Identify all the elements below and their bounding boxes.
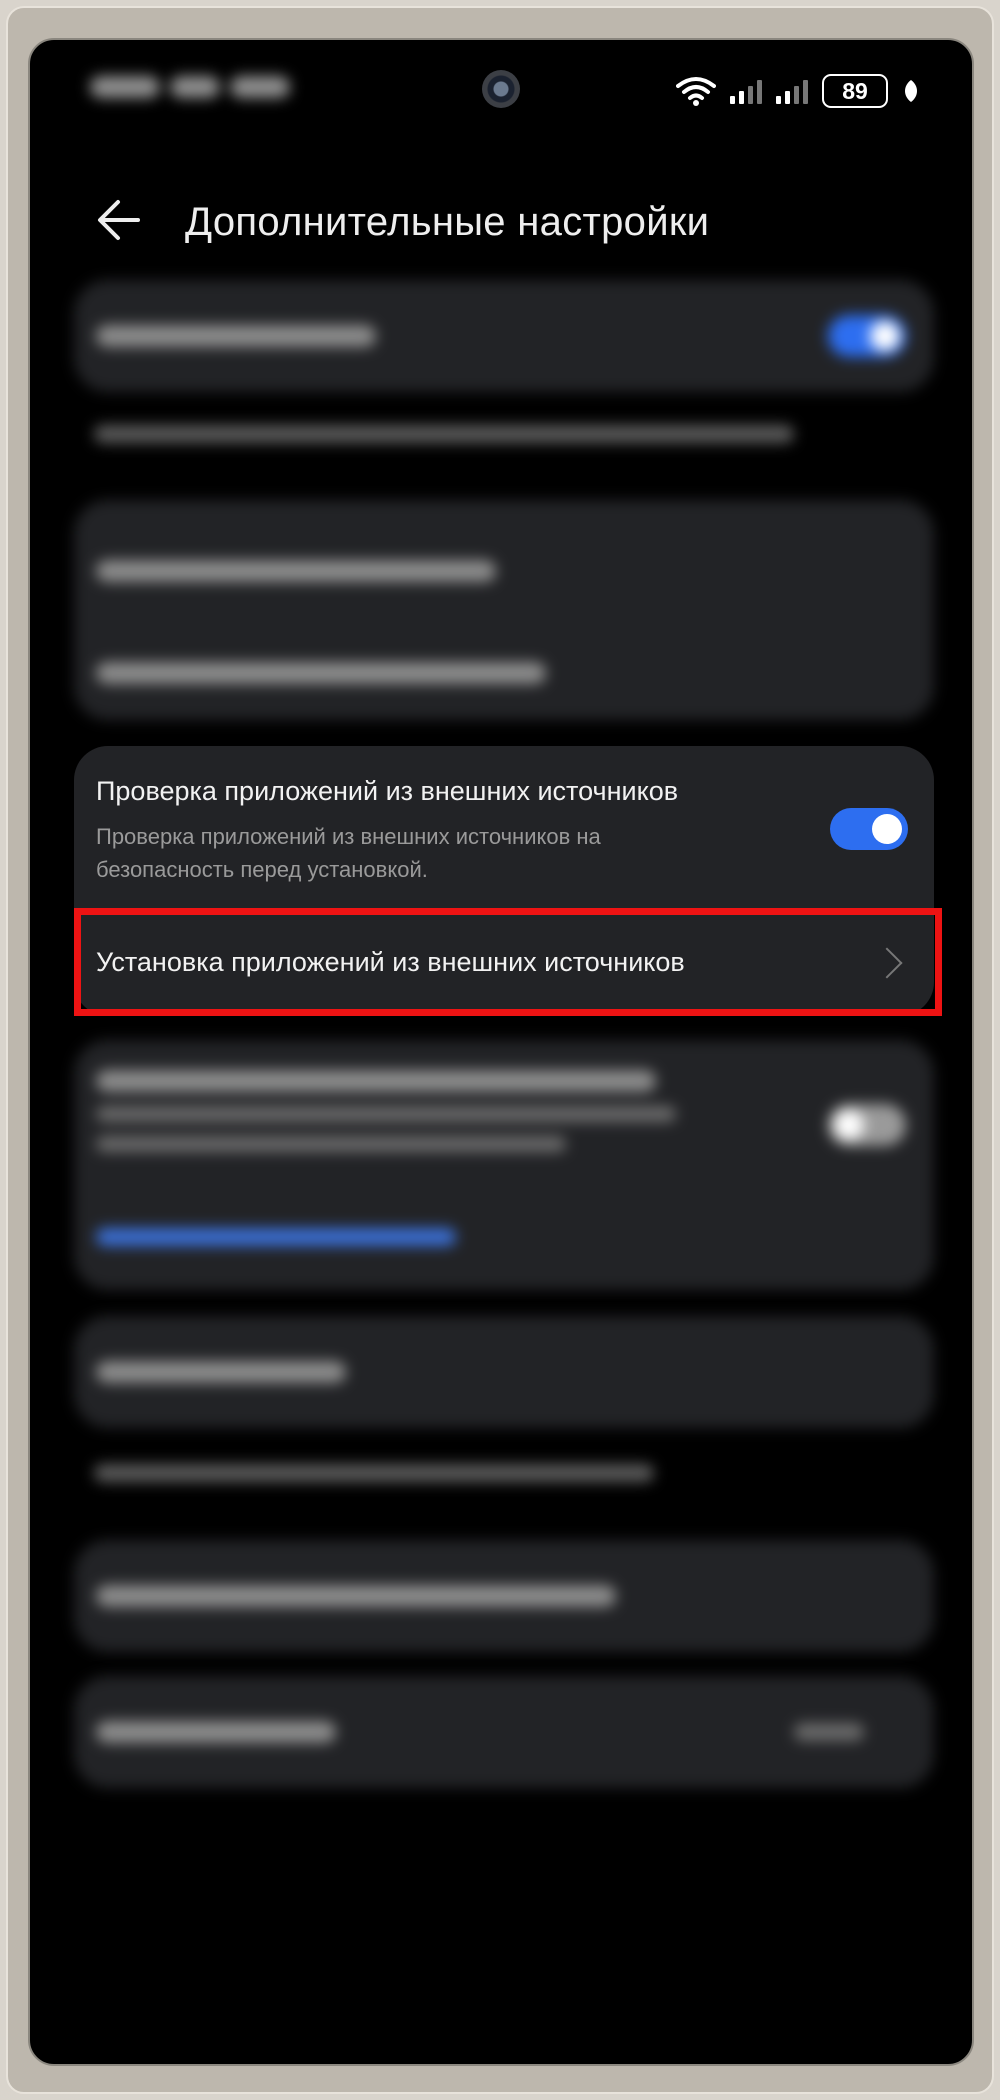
app-header: Дополнительные настройки <box>30 170 972 270</box>
battery-icon: 89 <box>822 74 888 108</box>
blurred-label <box>96 325 376 347</box>
front-camera <box>482 70 520 108</box>
blurred-setting-card-4[interactable] <box>74 1316 934 1428</box>
blurred-setting-card-6[interactable] <box>74 1676 934 1788</box>
blurred-setting-card-5[interactable] <box>74 1540 934 1652</box>
device-frame: 89 Дополнительные настройки Проверка при… <box>6 6 994 2094</box>
verify-apps-description: Проверка приложений из внешних источнико… <box>96 824 601 882</box>
blurred-label <box>96 1070 656 1092</box>
phone-screen: 89 Дополнительные настройки Проверка при… <box>28 38 974 2066</box>
blurred-label <box>96 1361 346 1383</box>
status-icons: 89 <box>676 74 920 108</box>
verify-apps-title: Проверка приложений из внешних источнико… <box>96 776 679 806</box>
blurred-setting-card-3 <box>74 1040 934 1290</box>
blurred-note <box>94 1464 654 1482</box>
blurred-desc <box>96 1106 676 1122</box>
signal-icon <box>730 78 762 104</box>
blurred-value <box>794 1723 864 1741</box>
blurred-desc <box>96 1136 566 1152</box>
carrier-and-time-blurred <box>90 76 320 116</box>
blurred-label[interactable] <box>96 662 546 684</box>
blurred-toggle[interactable] <box>828 315 906 357</box>
battery-level: 89 <box>842 77 868 104</box>
blurred-toggle[interactable] <box>828 1104 906 1146</box>
signal-icon <box>776 78 808 104</box>
blurred-setting-card-1[interactable] <box>74 280 934 392</box>
blurred-label <box>96 1585 616 1607</box>
arrow-left-icon[interactable] <box>90 192 150 248</box>
blurred-label[interactable] <box>96 560 496 582</box>
blurred-link[interactable] <box>96 1228 456 1246</box>
wifi-icon <box>676 77 716 106</box>
status-bar: 89 <box>30 40 972 150</box>
leaf-icon <box>905 80 917 102</box>
blurred-setting-card-2 <box>74 500 934 720</box>
blurred-label <box>96 1721 336 1743</box>
verify-apps-toggle[interactable] <box>830 808 908 850</box>
highlight-frame <box>74 908 942 1016</box>
page-title: Дополнительные настройки <box>185 200 710 244</box>
blurred-note <box>94 425 794 443</box>
